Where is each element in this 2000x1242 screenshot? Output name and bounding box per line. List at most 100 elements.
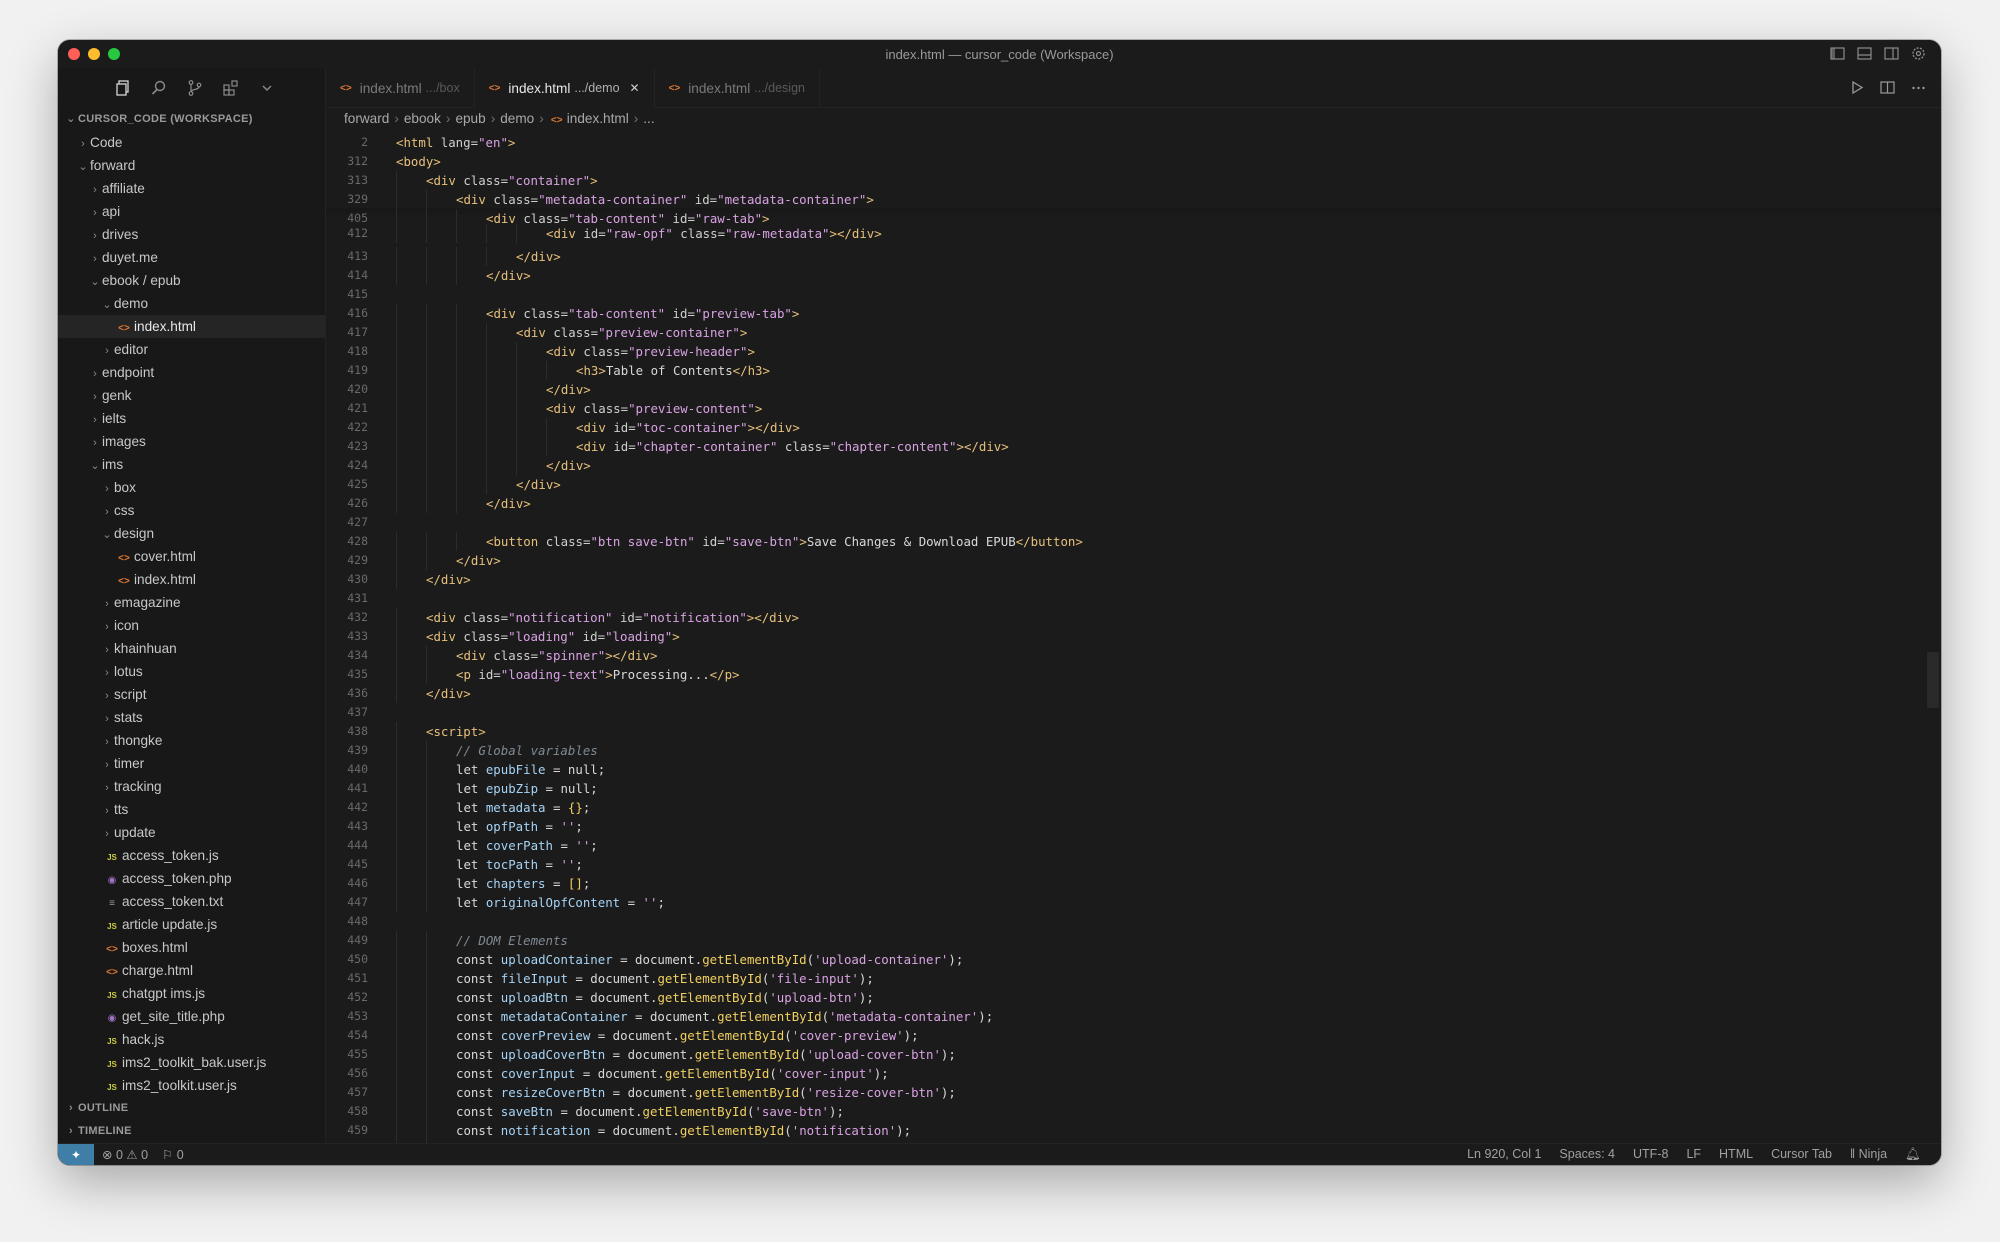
tree-item[interactable]: JS chatgpt ims.js [58, 982, 325, 1005]
tree-item[interactable]: › css [58, 499, 325, 522]
tree-item[interactable]: › editor [58, 338, 325, 361]
cursor-position[interactable]: Ln 920, Col 1 [1467, 1147, 1541, 1162]
tree-item[interactable]: ⌄ forward [58, 154, 325, 177]
ports-status[interactable]: ⚐ 0 [162, 1147, 184, 1162]
tree-item[interactable]: › icon [58, 614, 325, 637]
tree-item[interactable]: › box [58, 476, 325, 499]
toggle-panel-icon[interactable] [1856, 45, 1873, 62]
tree-item[interactable]: › timer [58, 752, 325, 775]
timeline-label: TIMELINE [78, 1125, 132, 1137]
breadcrumb-segment[interactable]: forward [344, 111, 389, 126]
breadcrumb-segment[interactable]: ebook [404, 111, 441, 126]
more-actions-icon[interactable] [1910, 79, 1927, 96]
cursor-tab-status[interactable]: Cursor Tab [1771, 1147, 1832, 1162]
split-editor-icon[interactable] [1879, 79, 1896, 96]
tree-item[interactable]: <> charge.html [58, 959, 325, 982]
tree-item[interactable]: › api [58, 200, 325, 223]
breadcrumb: forward › ebook › epub › demo › <> index.html ›... [326, 108, 1941, 130]
breadcrumb-segment[interactable]: index.html [567, 111, 629, 126]
tree-item[interactable]: › images [58, 430, 325, 453]
tree-item[interactable]: JS access_token.js [58, 844, 325, 867]
tree-item[interactable]: › affiliate [58, 177, 325, 200]
workspace-section-header[interactable]: ⌄ CURSOR_CODE (WORKSPACE) [58, 108, 325, 131]
tree-item[interactable]: ⌄ ims [58, 453, 325, 476]
tree-item[interactable]: ◉ get_site_title.php [58, 1005, 325, 1028]
tree-item[interactable]: › update [58, 821, 325, 844]
tree-item[interactable]: ◉ access_token.php [58, 867, 325, 890]
tree-item[interactable]: JS hack.js [58, 1028, 325, 1051]
remote-indicator-icon[interactable]: ✦ [58, 1144, 94, 1165]
search-icon[interactable] [150, 79, 168, 97]
tree-item[interactable]: › endpoint [58, 361, 325, 384]
indentation[interactable]: Spaces: 4 [1559, 1147, 1615, 1162]
tree-item-label: timer [114, 756, 145, 771]
breadcrumb-segment[interactable]: ... [643, 111, 654, 126]
tree-item[interactable]: › Code [58, 131, 325, 154]
tree-item[interactable]: JS article update.js [58, 913, 325, 936]
outline-section-header[interactable]: › OUTLINE [58, 1097, 325, 1120]
code-editor[interactable]: 2 <html lang="en"> 312 <body> 313 <div class=… [326, 132, 1941, 1143]
toggle-secondary-sidebar-icon[interactable] [1883, 45, 1900, 62]
tree-item[interactable]: › lotus [58, 660, 325, 683]
tree-item-label: duyet.me [102, 250, 158, 265]
end-of-line[interactable]: LF [1686, 1147, 1701, 1162]
settings-gear-icon[interactable] [1910, 45, 1927, 62]
tree-item[interactable]: <> cover.html [58, 545, 325, 568]
tree-item[interactable]: › stats [58, 706, 325, 729]
tree-item-label: forward [90, 158, 136, 173]
tree-item[interactable]: <> index.html [58, 568, 325, 591]
notifications-bell-icon[interactable]: 🔔︎ [1905, 1147, 1921, 1162]
language-mode[interactable]: HTML [1719, 1147, 1753, 1162]
ninja-status[interactable]: ‖ Ninja [1850, 1147, 1887, 1162]
tree-item[interactable]: ≡ access_token.txt [58, 890, 325, 913]
editor-tab[interactable]: <> index.html .../demo ✕ [474, 68, 655, 108]
run-icon[interactable] [1848, 79, 1865, 96]
tree-item[interactable]: › thongke [58, 729, 325, 752]
tree-item[interactable]: <> boxes.html [58, 936, 325, 959]
toggle-primary-sidebar-icon[interactable] [1829, 45, 1846, 62]
tree-item[interactable]: <> index.html [58, 315, 325, 338]
timeline-section-header[interactable]: › TIMELINE [58, 1120, 325, 1143]
problems-status[interactable]: ⊗ 0 ⚠ 0 [102, 1147, 148, 1162]
tree-item[interactable]: JS ims2_toolkit_bak.user.js [58, 1051, 325, 1074]
code-text: <div class="container"> [426, 173, 598, 188]
code-line: 414 </div> [326, 266, 1941, 285]
tree-item[interactable]: › tracking [58, 775, 325, 798]
tree-item[interactable]: › khainhuan [58, 637, 325, 660]
php-file-icon: ◉ [107, 1013, 117, 1024]
breadcrumb-segment[interactable]: epub [455, 111, 485, 126]
chevron-right-icon: › [105, 690, 109, 702]
editor-tab[interactable]: <> index.html .../design [655, 68, 820, 108]
source-control-icon[interactable] [186, 79, 204, 97]
line-number: 449 [347, 933, 368, 947]
tree-item-label: tracking [114, 779, 162, 794]
close-tab-icon[interactable]: ✕ [630, 81, 640, 95]
status-bar: ✦ ⊗ 0 ⚠ 0 ⚐ 0 Ln 920, Col 1 Spaces: 4 UT… [58, 1143, 1941, 1165]
code-line: 418 <div class="preview-header"> [326, 342, 1941, 361]
tree-item[interactable]: › ielts [58, 407, 325, 430]
extensions-icon[interactable] [222, 79, 240, 97]
tree-item[interactable]: ⌄ ebook / epub [58, 269, 325, 292]
tree-item-label: drives [102, 227, 139, 242]
tree-item[interactable]: JS ims2_toolkit.user.js [58, 1074, 325, 1097]
chevron-right-icon: › [105, 644, 109, 656]
tree-item[interactable]: › duyet.me [58, 246, 325, 269]
code-line: 433 <div class="loading" id="loading"> [326, 627, 1941, 646]
tree-item-label: access_token.php [122, 871, 232, 886]
explorer-icon[interactable] [114, 79, 132, 97]
tree-item[interactable]: › emagazine [58, 591, 325, 614]
breadcrumb-segment[interactable]: demo [500, 111, 534, 126]
encoding[interactable]: UTF-8 [1633, 1147, 1668, 1162]
tab-path-hint: .../demo [574, 81, 620, 95]
tree-item[interactable]: › script [58, 683, 325, 706]
js-file-icon: JS [107, 991, 117, 1000]
tree-item[interactable]: › tts [58, 798, 325, 821]
tree-item-label: lotus [114, 664, 143, 679]
editor-tab[interactable]: <> index.html .../box [326, 68, 475, 108]
chevron-down-icon[interactable] [258, 79, 276, 97]
code-text: <p id="loading-text">Processing...</p> [456, 667, 740, 682]
tree-item[interactable]: ⌄ demo [58, 292, 325, 315]
tree-item[interactable]: ⌄ design [58, 522, 325, 545]
tree-item[interactable]: › drives [58, 223, 325, 246]
tree-item[interactable]: › genk [58, 384, 325, 407]
